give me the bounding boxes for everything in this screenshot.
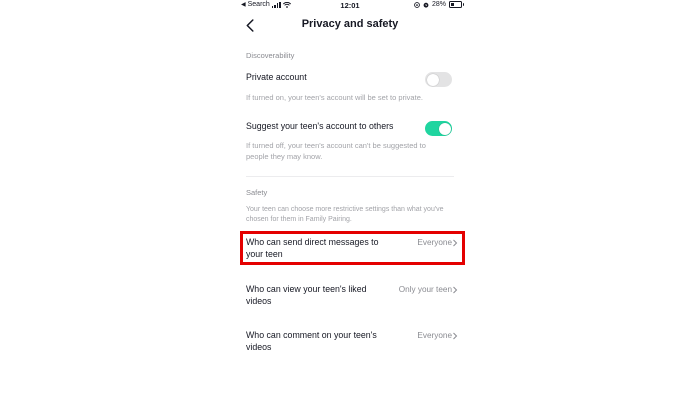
chevron-right-icon bbox=[453, 286, 458, 294]
liked-videos-label-line2: videos bbox=[246, 295, 272, 306]
alarm-icon bbox=[423, 2, 429, 8]
page-title: Privacy and safety bbox=[301, 18, 399, 30]
status-bar: ◀ Search 12:01 28% bbox=[232, 0, 468, 12]
section-divider bbox=[246, 176, 454, 177]
chevron-right-icon bbox=[453, 332, 458, 340]
suggest-account-description-line1: If turned off, your teen's account can't… bbox=[246, 141, 426, 150]
suggest-account-description: If turned off, your teen's account can't… bbox=[246, 140, 458, 162]
private-account-label: Private account bbox=[246, 72, 307, 82]
suggest-account-description-line2: people they may know. bbox=[246, 152, 323, 161]
toggle-knob bbox=[426, 73, 439, 86]
liked-videos-label-line1: Who can view your teen's liked bbox=[246, 284, 367, 294]
safety-description-line2: chosen for them in Family Pairing. bbox=[246, 216, 352, 223]
suggest-account-label: Suggest your teen's account to others bbox=[246, 121, 394, 131]
private-account-description: If turned on, your teen's account will b… bbox=[246, 93, 423, 102]
battery-icon bbox=[449, 1, 464, 8]
battery-level-fill bbox=[451, 3, 454, 6]
safety-description: Your teen can choose more restrictive se… bbox=[246, 205, 458, 225]
liked-videos-value: Only your teen bbox=[398, 285, 452, 294]
header: Privacy and safety bbox=[232, 12, 468, 40]
liked-videos-row[interactable]: Who can view your teen's liked videos On… bbox=[232, 283, 468, 311]
comments-label-line1: Who can comment on your teen's bbox=[246, 330, 377, 340]
battery-percent: 28% bbox=[431, 1, 446, 8]
comments-value: Everyone bbox=[417, 331, 452, 340]
screen-lock-icon bbox=[414, 1, 420, 8]
comments-row[interactable]: Who can comment on your teen's videos Ev… bbox=[232, 329, 468, 357]
comments-label-line2: videos bbox=[246, 341, 272, 352]
phone-screen: ◀ Search 12:01 28% Privacy and safety Di… bbox=[232, 0, 468, 400]
safety-description-line1: Your teen can choose more restrictive se… bbox=[246, 206, 444, 213]
comments-label: Who can comment on your teen's videos bbox=[246, 330, 377, 353]
suggest-account-toggle[interactable] bbox=[425, 121, 452, 136]
section-label-discoverability: Discoverability bbox=[246, 51, 295, 60]
private-account-toggle[interactable] bbox=[425, 72, 452, 87]
highlight-box bbox=[240, 231, 465, 265]
liked-videos-label: Who can view your teen's liked videos bbox=[246, 284, 367, 307]
section-label-safety: Safety bbox=[246, 188, 268, 197]
status-right: 28% bbox=[414, 1, 464, 8]
toggle-knob bbox=[438, 122, 451, 135]
